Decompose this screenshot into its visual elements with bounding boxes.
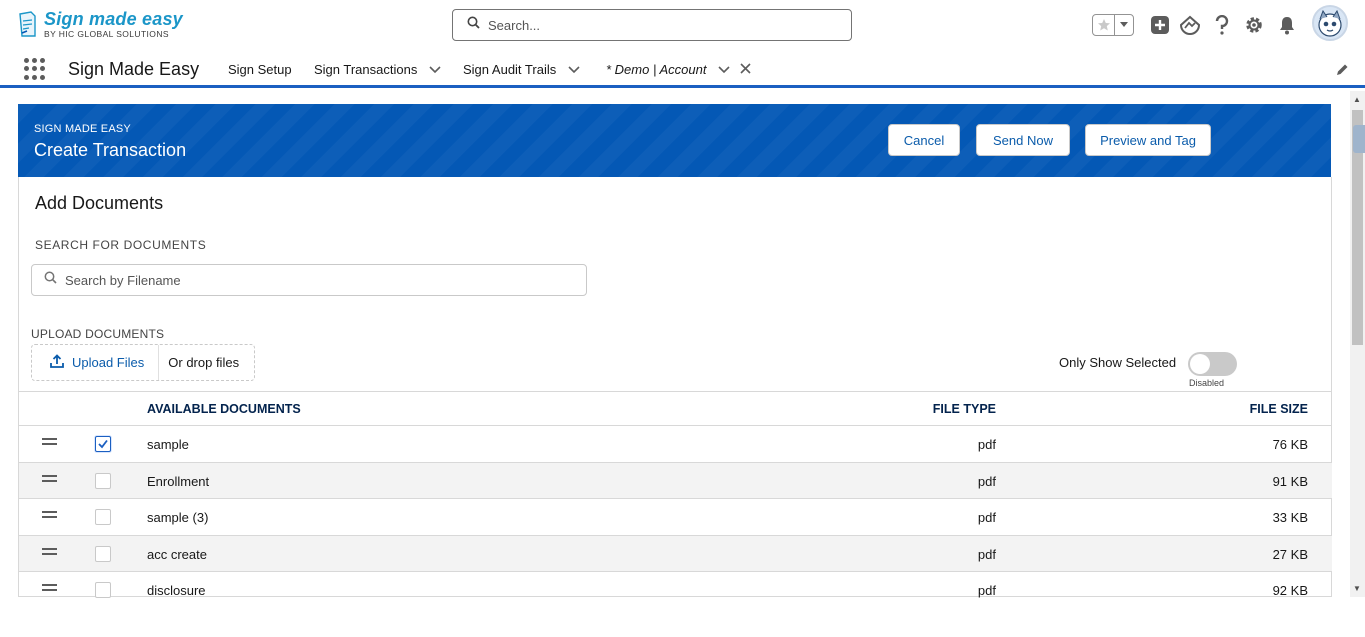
nav-tab-demo-account[interactable]: * Demo | Account	[606, 62, 752, 77]
gear-icon[interactable]	[1243, 14, 1265, 36]
add-documents-card: Add Documents SEARCH FOR DOCUMENTS UPLOA…	[18, 177, 1332, 598]
scroll-up-arrow-icon[interactable]: ▲	[1353, 95, 1361, 104]
row-checkbox[interactable]	[95, 509, 111, 525]
column-header-name[interactable]: AVAILABLE DOCUMENTS	[147, 402, 301, 416]
only-show-selected-toggle[interactable]	[1188, 352, 1237, 376]
page-title: Create Transaction	[34, 140, 187, 160]
help-icon[interactable]	[1211, 14, 1233, 36]
column-header-file-size[interactable]: FILE SIZE	[1250, 402, 1308, 416]
search-section-label: SEARCH FOR DOCUMENTS	[35, 238, 207, 252]
star-icon[interactable]	[1093, 15, 1115, 35]
drag-handle-icon[interactable]	[42, 511, 57, 521]
document-file-type: pdf	[977, 546, 996, 562]
document-logo-icon	[18, 10, 38, 38]
favorites-group[interactable]	[1092, 14, 1134, 36]
document-file-type: pdf	[977, 510, 996, 525]
nav-item-sign-transactions[interactable]: Sign Transactions	[314, 62, 441, 77]
drag-handle-icon[interactable]	[42, 547, 57, 558]
drag-handle-icon[interactable]	[42, 584, 57, 594]
global-search-box[interactable]	[452, 9, 852, 41]
chevron-down-icon[interactable]	[568, 62, 580, 77]
global-search-input[interactable]	[488, 17, 828, 33]
upload-section-label: UPLOAD DOCUMENTS	[31, 327, 165, 341]
add-icon[interactable]	[1149, 14, 1171, 36]
document-name: Enrollment	[147, 473, 210, 489]
document-file-size: 33 KB	[1272, 510, 1308, 525]
row-checkbox[interactable]	[95, 472, 111, 489]
company-logo[interactable]: Sign made easy BY HIC GLOBAL SOLUTIONS	[18, 10, 183, 39]
bell-icon[interactable]	[1276, 14, 1298, 36]
document-file-type: pdf	[977, 473, 996, 489]
toggle-knob	[1190, 354, 1210, 374]
send-now-button[interactable]: Send Now	[976, 124, 1070, 156]
drag-handle-icon[interactable]	[42, 474, 57, 485]
upload-files-label: Upload Files	[72, 355, 145, 370]
scroll-down-arrow-icon[interactable]: ▼	[1353, 584, 1361, 593]
document-file-size: 76 KB	[1272, 437, 1308, 452]
row-checkbox[interactable]	[95, 545, 111, 562]
nav-item-label: Sign Audit Trails	[463, 62, 557, 77]
search-icon	[467, 16, 480, 34]
table-row[interactable]: sample pdf 76 KB	[19, 426, 1332, 463]
nav-item-label: Sign Transactions	[314, 62, 418, 77]
nav-item-label: Sign Setup	[228, 62, 292, 77]
table-row[interactable]: Enrollment pdf 91 KB	[19, 462, 1332, 499]
nav-tab-label: * Demo | Account	[606, 62, 707, 77]
app-launcher-icon[interactable]	[24, 58, 46, 80]
toggle-status-text: Disabled	[1189, 378, 1225, 388]
cancel-button[interactable]: Cancel	[888, 124, 960, 156]
table-row[interactable]: sample (3) pdf 33 KB	[19, 499, 1332, 536]
document-file-size: 27 KB	[1272, 546, 1308, 562]
drop-files-text: Or drop files	[168, 355, 240, 370]
only-show-selected-label: Only Show Selected	[1059, 355, 1177, 370]
documents-table: AVAILABLE DOCUMENTS FILE TYPE FILE SIZE …	[19, 391, 1332, 609]
chevron-down-icon[interactable]	[718, 62, 731, 77]
page-eyebrow: SIGN MADE EASY	[34, 123, 131, 135]
document-name: sample (3)	[147, 510, 209, 525]
nav-item-sign-setup[interactable]: Sign Setup	[228, 62, 292, 77]
upload-files-button[interactable]: Upload Files	[32, 345, 160, 380]
card-title: Add Documents	[35, 193, 164, 213]
filename-search-input[interactable]	[65, 272, 545, 288]
nav-item-sign-audit-trails[interactable]: Sign Audit Trails	[463, 62, 580, 77]
search-icon	[44, 271, 57, 289]
table-header-row: AVAILABLE DOCUMENTS FILE TYPE FILE SIZE	[19, 391, 1332, 426]
document-file-type: pdf	[977, 583, 996, 598]
upload-icon	[50, 354, 64, 371]
preview-and-tag-button[interactable]: Preview and Tag	[1085, 124, 1211, 156]
logo-title: Sign made easy	[44, 9, 183, 29]
document-file-size: 92 KB	[1272, 583, 1308, 598]
row-checkbox[interactable]	[95, 582, 111, 598]
document-name: disclosure	[147, 583, 206, 598]
filename-search-box[interactable]	[31, 264, 587, 296]
edit-nav-icon[interactable]	[1335, 63, 1349, 82]
side-panel-tab[interactable]	[1353, 125, 1365, 153]
file-dropzone[interactable]: Upload Files Or drop files	[31, 344, 255, 381]
document-file-size: 91 KB	[1272, 473, 1308, 489]
document-file-type: pdf	[977, 437, 996, 452]
user-avatar[interactable]	[1312, 5, 1348, 41]
drag-handle-icon[interactable]	[42, 438, 57, 448]
column-header-file-type[interactable]: FILE TYPE	[933, 402, 996, 416]
app-nav-bar: Sign Made Easy Sign Setup Sign Transacti…	[0, 50, 1365, 88]
table-row[interactable]: acc create pdf 27 KB	[19, 535, 1332, 572]
page-header: SIGN MADE EASY Create Transaction Cancel…	[18, 104, 1331, 177]
close-icon[interactable]	[740, 62, 752, 77]
trailhead-icon[interactable]	[1179, 14, 1201, 36]
row-checkbox[interactable]	[95, 436, 111, 452]
logo-subtitle: BY HIC GLOBAL SOLUTIONS	[44, 29, 169, 39]
chevron-down-icon[interactable]	[429, 62, 441, 77]
document-name: sample	[147, 437, 189, 452]
document-name: acc create	[147, 546, 207, 562]
global-header: Sign made easy BY HIC GLOBAL SOLUTIONS	[0, 0, 1365, 50]
chevron-down-icon[interactable]	[1115, 15, 1133, 35]
table-row[interactable]: disclosure pdf 92 KB	[19, 572, 1332, 609]
app-name: Sign Made Easy	[68, 59, 200, 79]
